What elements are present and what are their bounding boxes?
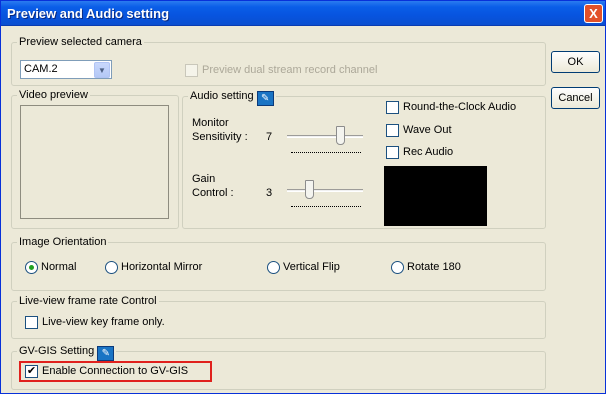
gain-slider-track — [287, 189, 363, 192]
orientation-normal-label: Normal — [41, 261, 77, 273]
rec-audio-label: Rec Audio — [403, 146, 454, 158]
audio-setting-legend: Audio setting ✎ — [188, 89, 276, 106]
orientation-rotate-180-radio[interactable] — [391, 261, 404, 274]
gvgis-enable-checkbox[interactable]: ✔ — [25, 365, 38, 378]
gain-label-line1: Gain — [192, 173, 216, 185]
wave-out-checkbox[interactable] — [386, 124, 399, 137]
dual-stream-label: Preview dual stream record channel — [202, 64, 378, 76]
close-button[interactable]: X — [584, 4, 603, 23]
audio-level-display — [384, 166, 487, 226]
window-title: Preview and Audio setting — [7, 6, 170, 21]
live-view-key-frame-label: Live-view key frame only. — [42, 316, 165, 328]
ok-button[interactable]: OK — [551, 51, 600, 73]
camera-select-value: CAM.2 — [24, 63, 58, 75]
monitor-slider-track — [287, 135, 363, 138]
wave-out-label: Wave Out — [403, 124, 452, 136]
monitor-slider-thumb[interactable] — [335, 126, 345, 145]
gvgis-enable-label: Enable Connection to GV-GIS — [42, 365, 189, 377]
monitor-slider-ticks — [291, 152, 361, 155]
image-orientation-legend: Image Orientation — [19, 236, 107, 248]
video-preview-legend: Video preview — [19, 89, 88, 101]
round-clock-audio-checkbox[interactable] — [386, 101, 399, 114]
monitor-label-line2: Sensitivity : — [192, 131, 248, 143]
gain-slider-thumb[interactable] — [305, 180, 315, 199]
orientation-normal-radio[interactable] — [25, 261, 38, 274]
orientation-horizontal-mirror-label: Horizontal Mirror — [121, 261, 203, 273]
preview-camera-legend: Preview selected camera — [19, 36, 142, 48]
gain-value: 3 — [266, 187, 273, 199]
live-view-key-frame-checkbox[interactable] — [25, 316, 38, 329]
orientation-vertical-flip-label: Vertical Flip — [283, 261, 340, 273]
gvgis-legend: GV-GIS Setting ✎ — [17, 344, 116, 361]
orientation-rotate-180-label: Rotate 180 — [407, 261, 461, 273]
dialog-window: Preview and Audio setting X OK Cancel Pr… — [0, 0, 606, 394]
title-bar[interactable]: Preview and Audio setting X — [1, 1, 605, 26]
video-preview-area — [20, 105, 169, 219]
rec-audio-checkbox[interactable] — [386, 146, 399, 159]
monitor-label-line1: Monitor — [192, 117, 229, 129]
settings-icon[interactable]: ✎ — [97, 346, 115, 361]
monitor-value: 7 — [266, 131, 273, 143]
cancel-button[interactable]: Cancel — [551, 87, 600, 109]
orientation-horizontal-mirror-radio[interactable] — [105, 261, 118, 274]
live-view-legend: Live-view frame rate Control — [19, 295, 157, 307]
settings-icon[interactable]: ✎ — [256, 91, 274, 106]
audio-setting-label: Audio setting — [190, 90, 254, 102]
gvgis-label: GV-GIS Setting — [19, 345, 95, 357]
chevron-down-icon[interactable]: ▼ — [94, 62, 110, 78]
close-icon: X — [589, 6, 598, 21]
dual-stream-checkbox[interactable] — [185, 64, 198, 77]
round-clock-audio-label: Round-the-Clock Audio — [403, 101, 517, 113]
gain-slider-ticks — [291, 206, 361, 209]
gain-label-line2: Control : — [192, 187, 234, 199]
camera-select[interactable]: CAM.2 ▼ — [20, 60, 112, 79]
orientation-vertical-flip-radio[interactable] — [267, 261, 280, 274]
